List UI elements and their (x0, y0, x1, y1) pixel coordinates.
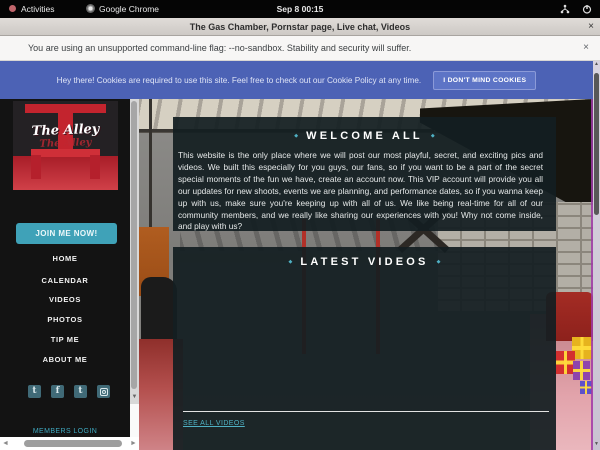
logo-floor (13, 156, 118, 190)
chrome-infobar: You are using an unsupported command-lin… (0, 36, 600, 61)
network-icon[interactable] (560, 4, 570, 16)
cookie-banner: Hey there! Cookies are required to use t… (0, 61, 593, 99)
welcome-paragraph: This website is the only place where we … (178, 150, 543, 233)
diamond-icon: ◆ (294, 133, 298, 139)
page-scroll-down-icon[interactable]: ▼ (593, 441, 600, 447)
divider (183, 411, 549, 412)
latest-heading-row: ◆ LATEST VIDEOS ◆ (173, 256, 556, 268)
facebook-icon[interactable]: f (51, 385, 64, 398)
cookie-accept-button[interactable]: I DON'T MIND COOKIES (433, 71, 536, 90)
join-me-now-button[interactable]: JOIN ME NOW! (16, 223, 117, 244)
photo-gift-purple (573, 361, 590, 380)
sidebar-item-photos[interactable]: PHOTOS (0, 315, 130, 325)
diamond-icon: ◆ (437, 259, 441, 265)
welcome-heading-row: ◆ WELCOME ALL ◆ (173, 130, 556, 142)
scroll-right-arrow-icon[interactable]: ► (130, 440, 137, 448)
site-logo-image[interactable]: The Alley The Alley (13, 101, 118, 190)
page-scroll-up-icon[interactable]: ▲ (593, 61, 600, 67)
latest-videos-heading: LATEST VIDEOS (300, 256, 428, 268)
sidebar: The Alley The Alley JOIN ME NOW! HOME CA… (0, 99, 130, 437)
see-all-videos-link[interactable]: SEE ALL VIDEOS (183, 420, 245, 427)
sidebar-scrollbar-gap (130, 404, 139, 437)
sidebar-item-videos[interactable]: VIDEOS (0, 295, 130, 305)
diamond-icon: ◆ (431, 133, 435, 139)
sidebar-item-tip-me[interactable]: TIP ME (0, 335, 130, 345)
window-close-icon[interactable]: × (588, 21, 594, 33)
desktop-top-bar: Activities Google Chrome Sep 8 00:15 (0, 0, 600, 18)
scroll-left-arrow-icon[interactable]: ◄ (2, 440, 9, 448)
latest-videos-panel: ◆ LATEST VIDEOS ◆ SEE ALL VIDEOS (173, 247, 556, 450)
logo-leg (90, 155, 100, 179)
tumblr-icon[interactable]: t (74, 385, 87, 398)
sidebar-horizontal-scrollbar-thumb[interactable] (24, 440, 122, 447)
sidebar-vertical-scrollbar-thumb[interactable] (131, 101, 137, 389)
instagram-camera-lens (102, 390, 106, 394)
sidebar-item-calendar[interactable]: CALENDAR (0, 276, 130, 286)
members-login-link[interactable]: MEMBERS LOGIN (0, 428, 130, 435)
photo-gift-yellow (572, 337, 592, 359)
photo-chair (141, 277, 177, 347)
infobar-message: You are using an unsupported command-lin… (28, 43, 411, 53)
logo-leg (31, 155, 41, 179)
instagram-icon[interactable] (97, 385, 110, 398)
welcome-panel: ◆ WELCOME ALL ◆ This website is the only… (173, 117, 556, 231)
window-titlebar[interactable]: The Gas Chamber, Pornstar page, Live cha… (0, 18, 600, 36)
sidebar-item-about-me[interactable]: ABOUT ME (0, 355, 130, 365)
window-title: The Gas Chamber, Pornstar page, Live cha… (0, 22, 600, 32)
diamond-icon: ◆ (289, 259, 293, 265)
power-icon[interactable] (582, 4, 592, 16)
clock[interactable]: Sep 8 00:15 (0, 4, 600, 14)
sidebar-item-home[interactable]: HOME (0, 254, 130, 264)
infobar-close-icon[interactable]: × (583, 42, 589, 53)
twitter-icon[interactable]: t (28, 385, 41, 398)
photo-pipe (149, 99, 152, 234)
screen: Activities Google Chrome Sep 8 00:15 The… (0, 0, 600, 450)
welcome-heading: WELCOME ALL (306, 130, 423, 142)
page-vertical-scrollbar-thumb[interactable] (594, 73, 599, 215)
scroll-down-arrow-icon[interactable]: ▼ (130, 394, 139, 400)
cookie-message: Hey there! Cookies are required to use t… (57, 76, 422, 85)
social-icons-row: t f t (28, 385, 110, 398)
